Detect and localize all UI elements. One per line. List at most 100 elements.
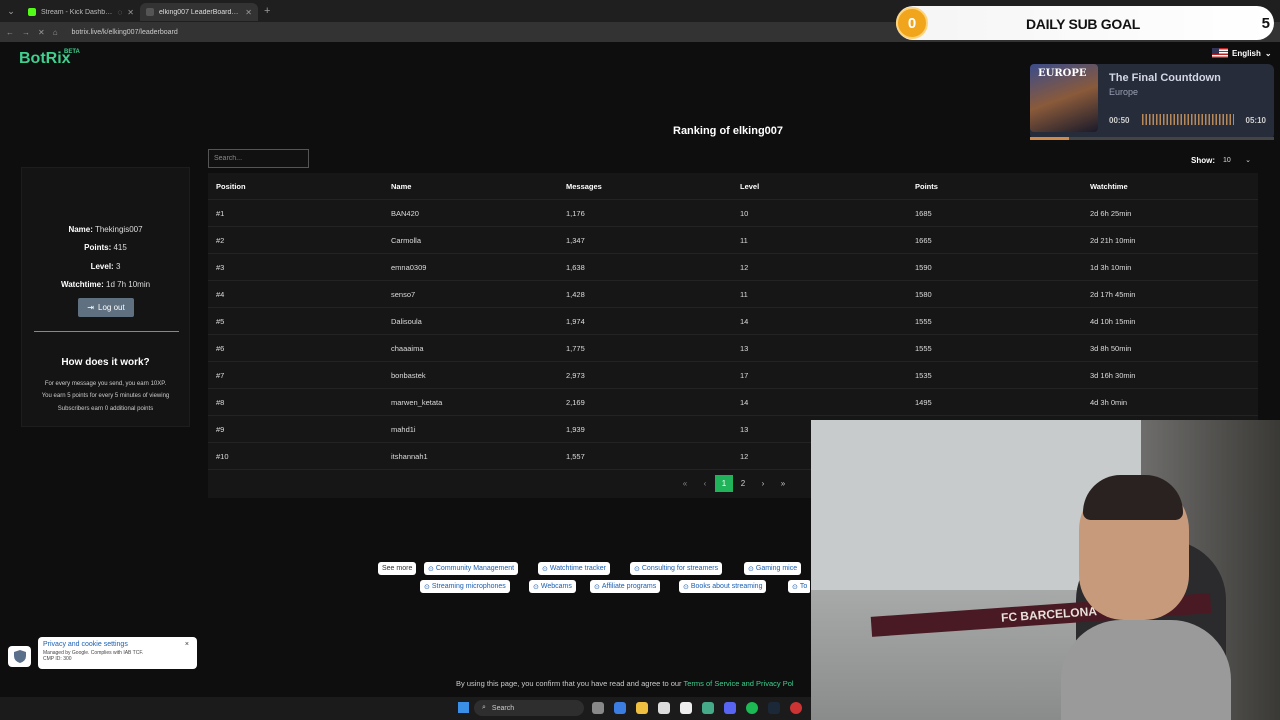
column-header[interactable]: Position [216, 182, 246, 191]
tag-link[interactable]: ⊙ Watchtime tracker [538, 562, 611, 575]
tag-label: Consulting for streamers [641, 565, 719, 572]
table-cell: 1,557 [566, 452, 585, 461]
close-tab-icon[interactable]: ✕ [127, 8, 134, 17]
table-cell: #7 [216, 371, 225, 380]
page-size-select[interactable]: 10 ⌄ [1221, 153, 1253, 167]
home-icon[interactable]: ⌂ [53, 28, 58, 37]
taskbar-search[interactable]: ⌕ Search [474, 700, 584, 716]
column-header[interactable]: Name [391, 182, 411, 191]
divider [34, 331, 179, 332]
table-cell: 2d 21h 10min [1090, 236, 1136, 245]
forward-icon[interactable]: → [22, 28, 30, 37]
privacy-popup[interactable]: Privacy and cookie settings Managed by G… [38, 637, 197, 669]
tag-label: To [799, 583, 808, 590]
last-page-icon[interactable]: » [773, 475, 793, 492]
page-1-button[interactable]: 1 [715, 475, 733, 492]
mute-icon[interactable]: ◌ [118, 8, 123, 17]
table-cell: 1555 [915, 344, 932, 353]
table-cell: 1535 [915, 371, 932, 380]
prev-page-icon[interactable]: ‹ [695, 475, 715, 492]
now-playing-widget: EUROPE The Final Countdown Europe 00:50 … [1030, 64, 1274, 140]
tag-link[interactable]: ⊙ Community Management [424, 562, 519, 575]
discord-icon[interactable] [724, 702, 736, 714]
tag-link[interactable]: ⊙ Consulting for streamers [630, 562, 723, 575]
table-cell: 2,973 [566, 371, 585, 380]
table-cell: 1,428 [566, 290, 585, 299]
search-icon: ⊙ [542, 565, 548, 573]
explorer-icon[interactable] [636, 702, 648, 714]
tab-leaderboard[interactable]: elking007 LeaderBoard | The b ✕ [140, 3, 258, 21]
value: 415 [113, 243, 127, 252]
page-2-button[interactable]: 2 [733, 475, 753, 492]
privacy-shield-icon[interactable] [8, 646, 31, 667]
table-cell: #6 [216, 344, 225, 353]
edge-icon[interactable] [614, 702, 626, 714]
windows-start-icon[interactable] [458, 702, 469, 713]
app-icon[interactable] [680, 702, 692, 714]
song-title: The Final Countdown [1109, 72, 1221, 84]
tag-link[interactable]: ⊙ Webcams [529, 580, 576, 593]
table-cell: 1,176 [566, 209, 585, 218]
table-cell: #9 [216, 425, 225, 434]
column-header[interactable]: Watchtime [1090, 182, 1128, 191]
close-icon[interactable]: × [185, 641, 189, 648]
table-cell: 1d 3h 10min [1090, 263, 1132, 272]
table-cell: 1555 [915, 317, 932, 326]
logout-label: Log out [98, 303, 125, 312]
tab-kick-dashboard[interactable]: Stream - Kick Dashboard ◌ ✕ [22, 3, 140, 21]
tag-label: Watchtime tracker [549, 565, 607, 572]
reload-icon[interactable]: ✕ [38, 28, 45, 37]
first-page-icon[interactable]: « [675, 475, 695, 492]
new-tab-icon[interactable]: + [258, 5, 276, 17]
steam-icon[interactable] [768, 702, 780, 714]
table-cell: marwen_ketata [391, 398, 443, 407]
terms-link[interactable]: Terms of Service and Privacy Pol [684, 679, 794, 688]
table-row: #7 bonbastek 2,973 17 1535 3d 16h 30min [208, 362, 1258, 389]
see-more-button[interactable]: See more [378, 562, 417, 575]
tag-link[interactable]: ⊙ Streaming microphones [420, 580, 510, 593]
spotify-icon[interactable] [746, 702, 758, 714]
table-cell: 1590 [915, 263, 932, 272]
column-header[interactable]: Level [740, 182, 759, 191]
obs-icon[interactable] [790, 702, 802, 714]
tag-link[interactable]: ⊙ To [788, 580, 810, 593]
column-header[interactable]: Messages [566, 182, 602, 191]
tag-link[interactable]: ⊙ Books about streaming [679, 580, 767, 593]
close-tab-icon[interactable]: ✕ [245, 8, 252, 17]
table-row: #6 chaaaima 1,775 13 1555 3d 8h 50min [208, 335, 1258, 362]
search-input[interactable] [208, 149, 309, 168]
tag-link[interactable]: ⊙ Gaming mice [744, 562, 802, 575]
song-progress-fill [1030, 137, 1070, 140]
page-size-control: Show: 10 ⌄ [1191, 153, 1253, 167]
tag-label: Affiliate programs [601, 583, 657, 590]
column-header[interactable]: Points [915, 182, 938, 191]
botrix-logo[interactable]: BotRix BETA [19, 49, 80, 68]
tag-link[interactable]: ⊙ Affiliate programs [590, 580, 661, 593]
chrome-icon[interactable] [702, 702, 714, 714]
botrix-favicon-icon [146, 8, 154, 16]
table-cell: chaaaima [391, 344, 424, 353]
task-view-icon[interactable] [592, 702, 604, 714]
logout-button[interactable]: ⇥ Log out [78, 298, 134, 317]
tag-label: Streaming microphones [431, 583, 506, 590]
table-cell: 1665 [915, 236, 932, 245]
table-cell: 1495 [915, 398, 932, 407]
store-icon[interactable] [658, 702, 670, 714]
table-cell: senso7 [391, 290, 416, 299]
how-it-works-title: How does it work? [61, 357, 150, 368]
url-field[interactable]: botrix.live/k/elking007/leaderboard [72, 29, 178, 36]
table-cell: 11 [740, 290, 748, 299]
back-icon[interactable]: ← [6, 28, 14, 37]
table-cell: #4 [216, 290, 225, 299]
tab-menu-icon[interactable]: ⌄ [0, 0, 22, 22]
next-page-icon[interactable]: › [753, 475, 773, 492]
person-body [1061, 620, 1231, 720]
language-selector[interactable]: English ⌄ [1212, 48, 1272, 58]
table-row: #4 senso7 1,428 11 1580 2d 17h 45min [208, 281, 1258, 308]
table-cell: #1 [216, 209, 225, 218]
pagination: « ‹ 1 2 › » [675, 475, 793, 492]
value: Thekingis007 [94, 225, 143, 234]
goal-target: 5 [1261, 15, 1270, 32]
duration-time: 05:10 [1245, 116, 1266, 125]
how-line: For every message you send, you earn 10X… [44, 381, 167, 387]
